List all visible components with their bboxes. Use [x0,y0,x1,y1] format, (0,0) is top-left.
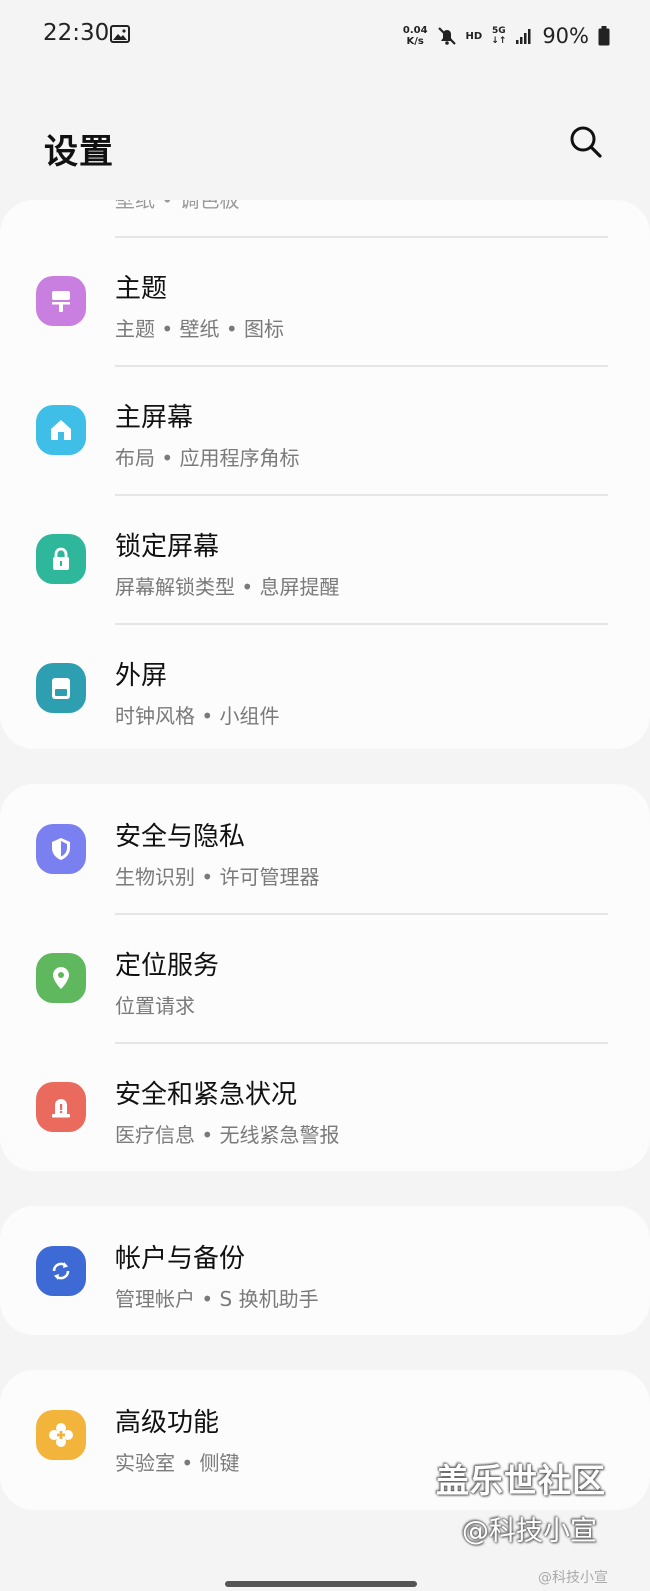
location-pin-icon [36,953,86,1003]
list-item-partial[interactable]: 壁纸 • 调色板 [0,200,650,236]
list-item-subtitle: 时钟风格 • 小组件 [115,704,280,728]
list-item-title: 安全与隐私 [115,822,246,852]
network-type: 5G ↓↑ [491,26,507,46]
divider [115,623,608,625]
settings-item-themes[interactable]: 主题 主题 • 壁纸 • 图标 [0,236,650,365]
gesture-nav-handle[interactable] [225,1581,417,1587]
list-item-subtitle: 布局 • 应用程序角标 [115,446,300,470]
gallery-notification-icon [110,25,130,43]
divider [115,494,608,496]
data-arrows-icon: ↓↑ [491,36,507,46]
settings-card-display: 壁纸 • 调色板 主题 主题 • 壁纸 • 图标 主屏幕 布局 • 应用程序角标 [0,200,650,749]
emergency-light-icon [36,1082,86,1132]
list-item-subtitle: 屏幕解锁类型 • 息屏提醒 [115,575,340,599]
list-item-title: 帐户与备份 [115,1244,246,1274]
plus-gear-icon [36,1410,86,1460]
home-icon [36,405,86,455]
list-item-title: 安全和紧急状况 [115,1080,298,1110]
list-item-title: 主题 [115,274,168,304]
divider [115,365,608,367]
divider [115,913,608,915]
list-item-title: 主屏幕 [115,403,194,433]
paint-brush-icon [36,276,86,326]
settings-item-lock-screen[interactable]: 锁定屏幕 屏幕解锁类型 • 息屏提醒 [0,494,650,623]
settings-card-security: 安全与隐私 生物识别 • 许可管理器 定位服务 位置请求 安全和紧急状况 医疗信… [0,784,650,1171]
watermark-weibo: @科技小宣 [538,1570,608,1586]
signal-icon [516,29,531,44]
sync-icon [36,1246,86,1296]
list-item-title: 外屏 [115,661,168,691]
settings-item-home-screen[interactable]: 主屏幕 布局 • 应用程序角标 [0,365,650,494]
battery-percent: 90% [542,24,589,48]
settings-item-safety-emergency[interactable]: 安全和紧急状况 医疗信息 • 无线紧急警报 [0,1042,650,1171]
settings-item-security-privacy[interactable]: 安全与隐私 生物识别 • 许可管理器 [0,784,650,913]
mute-icon [437,27,456,45]
lock-icon [36,534,86,584]
list-item-subtitle: 实验室 • 侧键 [115,1451,240,1475]
settings-item-accounts-backup[interactable]: 帐户与备份 管理帐户 • S 换机助手 [0,1206,650,1335]
list-item-subtitle: 壁纸 • 调色板 [115,200,240,212]
list-item-subtitle: 生物识别 • 许可管理器 [115,865,320,889]
search-icon[interactable] [566,122,606,162]
list-item-title: 定位服务 [115,951,220,981]
shield-icon [36,824,86,874]
watermark-community: 盖乐世社区 [436,1461,606,1500]
status-time: 22:30 [43,20,110,46]
status-bar: 22:30 0.04 K/s HD 5G ↓↑ 90% [0,0,650,72]
settings-item-cover-screen[interactable]: 外屏 时钟风格 • 小组件 [0,623,650,749]
net-speed: 0.04 K/s [402,25,428,47]
list-item-subtitle: 主题 • 壁纸 • 图标 [115,317,285,341]
app-header: 设置 [0,100,650,190]
cover-screen-icon [36,663,86,713]
list-item-title: 高级功能 [115,1408,220,1438]
divider [115,236,608,238]
list-item-title: 锁定屏幕 [115,532,220,562]
list-item-subtitle: 医疗信息 • 无线紧急警报 [115,1123,340,1147]
status-icons: 0.04 K/s HD 5G ↓↑ 90% [403,22,610,50]
watermark-author: @科技小宣 [462,1516,597,1547]
hd-voice-badge: HD [465,30,483,42]
divider [115,1042,608,1044]
page-title: 设置 [44,132,114,172]
list-item-subtitle: 位置请求 [115,994,195,1018]
battery-icon [598,26,610,46]
list-item-subtitle: 管理帐户 • S 换机助手 [115,1287,319,1311]
settings-item-location[interactable]: 定位服务 位置请求 [0,913,650,1042]
settings-card-accounts: 帐户与备份 管理帐户 • S 换机助手 [0,1206,650,1335]
